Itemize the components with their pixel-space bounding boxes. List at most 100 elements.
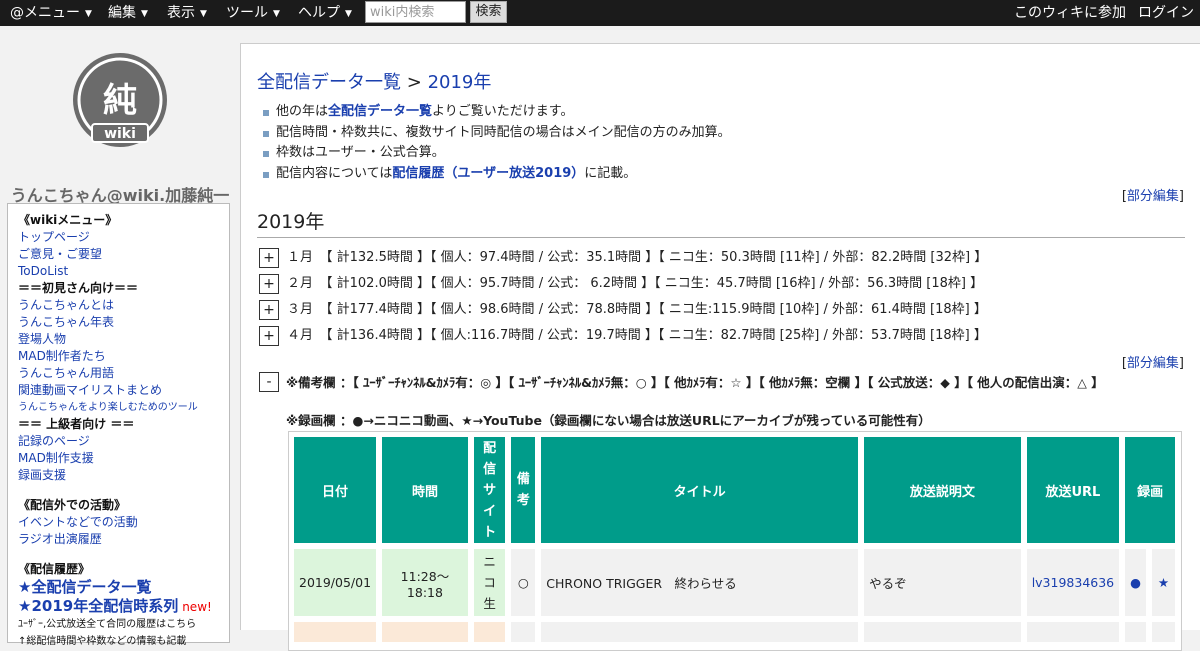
cell-rec-nico: ● bbox=[1125, 549, 1147, 616]
main-content: 全配信データ一覧 > 2019年 他の年は全配信データ一覧よりご覧いただけます。… bbox=[240, 43, 1200, 651]
join-wiki-link[interactable]: このウィキに参加 bbox=[1014, 0, 1126, 26]
sidebar-link-about[interactable]: うんこちゃんとは bbox=[18, 298, 114, 312]
menu-edit[interactable]: 編集 ▼ bbox=[108, 0, 148, 26]
list-text: 配信時間・枠数共に、複数サイト同時配信の場合はメイン配信の方のみ加算。 bbox=[276, 124, 731, 140]
breadcrumb-link-2019[interactable]: 2019年 bbox=[428, 72, 492, 93]
sidebar-note-2: ↑総配信時間や枠数などの情報も記載 bbox=[18, 636, 187, 647]
breadcrumb-link-all-data[interactable]: 全配信データ一覧 bbox=[257, 72, 401, 93]
section-edit: [部分編集] bbox=[1122, 352, 1184, 371]
sidebar: 純 wiki うんこちゃん@wiki.加藤純一 《wikiメニュー》 トップペー… bbox=[0, 26, 240, 647]
collapse-toggle[interactable]: - bbox=[259, 372, 279, 392]
menu-view[interactable]: 表示 ▼ bbox=[167, 0, 207, 26]
youtube-recording-link[interactable]: ★ bbox=[1158, 575, 1169, 590]
niconico-recording-link[interactable]: ● bbox=[1130, 575, 1141, 590]
breadcrumb-separator: > bbox=[406, 72, 422, 93]
sidebar-link-2019-series[interactable]: ★2019年全配信時系列 bbox=[18, 597, 178, 615]
expand-toggle[interactable]: + bbox=[259, 299, 279, 320]
month-summary: １月 【 計132.5時間 】【 個人：97.4時間 / 公式：35.1時間 】… bbox=[287, 250, 988, 265]
menu-tools[interactable]: ツール ▼ bbox=[226, 0, 280, 26]
sidebar-link-events[interactable]: イベントなどでの活動 bbox=[18, 515, 138, 529]
edit-bracket: ] bbox=[1178, 189, 1184, 204]
legend: - ※備考欄 ：【 ﾕｰｻﾞｰﾁｬﾝﾈﾙ&ｶﾒﾗ有：◎ 】【 ﾕｰｻﾞｰﾁｬﾝﾈ… bbox=[259, 372, 1104, 428]
col-url: 放送URL bbox=[1026, 437, 1120, 543]
expand-toggle[interactable]: + bbox=[259, 247, 279, 268]
link-all-data[interactable]: 全配信データ一覧 bbox=[328, 104, 432, 119]
wiki-logo[interactable]: 純 wiki bbox=[72, 52, 168, 156]
sidebar-link-records[interactable]: 記録のページ bbox=[18, 434, 90, 448]
col-date: 日付 bbox=[294, 437, 377, 543]
legend-recording: ※録画欄 ：●→ニコニコ動画、★→YouTube（録画欄にない場合は放送URLに… bbox=[286, 413, 931, 428]
expand-toggle[interactable]: + bbox=[259, 325, 279, 346]
cell-date bbox=[294, 622, 377, 642]
month-row: +３月 【 計177.4時間 】【 個人：98.6時間 / 公式：78.8時間 … bbox=[259, 299, 987, 321]
list-text: 枠数はユーザー・公式合算。 bbox=[276, 145, 445, 160]
col-title: タイトル bbox=[541, 437, 859, 543]
new-badge: new! bbox=[182, 600, 212, 614]
sidebar-link-radio[interactable]: ラジオ出演履歴 bbox=[18, 532, 102, 546]
section-edit-link[interactable]: 部分編集 bbox=[1127, 356, 1179, 371]
col-note-label: 備考 bbox=[516, 472, 530, 508]
list-text: よりご覧いただけます。 bbox=[432, 104, 574, 119]
section-edit: [部分編集] bbox=[1122, 185, 1184, 204]
cell-site bbox=[473, 622, 506, 642]
sidebar-link-feedback[interactable]: ご意見・ご要望 bbox=[18, 247, 102, 261]
breadcrumb: 全配信データ一覧 > 2019年 bbox=[257, 68, 491, 94]
cell-title bbox=[541, 622, 859, 642]
login-link[interactable]: ログイン bbox=[1138, 0, 1194, 26]
col-recording: 録画 bbox=[1125, 437, 1175, 543]
cell-url: lv319834636 bbox=[1026, 549, 1120, 616]
sidebar-link-mylist[interactable]: 関連動画マイリストまとめ bbox=[18, 383, 162, 397]
menu-help[interactable]: ヘルプ ▼ bbox=[298, 0, 352, 26]
menu-header: 《wikiメニュー》 bbox=[18, 213, 118, 227]
section-heading: 2019年 bbox=[257, 210, 1185, 238]
chevron-down-icon: ▼ bbox=[141, 9, 148, 19]
menu-label: ヘルプ bbox=[298, 5, 340, 21]
cell-time: 11:28～18:18 bbox=[382, 549, 468, 616]
sidebar-link-characters[interactable]: 登場人物 bbox=[18, 332, 66, 346]
advanced-header: ＝＝ 上級者向け ＝＝ bbox=[18, 417, 135, 431]
link-user-broadcast-2019[interactable]: 配信履歴（ユーザー放送2019） bbox=[392, 166, 584, 181]
menu-at-menu[interactable]: @メニュー ▼ bbox=[10, 0, 92, 26]
month-row: +１月 【 計132.5時間 】【 個人：97.4時間 / 公式：35.1時間 … bbox=[259, 247, 987, 269]
cell-site: ニコ生 bbox=[473, 549, 506, 616]
svg-text:wiki: wiki bbox=[104, 126, 136, 142]
svg-text:純: 純 bbox=[103, 81, 137, 121]
menu-label: @メニュー bbox=[10, 5, 80, 21]
menu-label: 表示 bbox=[167, 5, 195, 21]
sidebar-link-all-data[interactable]: ★全配信データ一覧 bbox=[18, 578, 151, 596]
cell-rec-youtube: ★ bbox=[1152, 549, 1175, 616]
list-text: 配信内容については bbox=[276, 165, 393, 181]
sidebar-note: ﾕｰｻﾞｰ,公式放送全て合同の履歴はこちら bbox=[18, 619, 197, 630]
sidebar-link-recording-support[interactable]: 録画支援 bbox=[18, 468, 66, 482]
col-site: 配信サイト bbox=[473, 437, 506, 543]
cell-title: CHRONO TRIGGER 終わらせる bbox=[541, 549, 859, 616]
sidebar-link-mad-support[interactable]: MAD制作支援 bbox=[18, 451, 94, 465]
top-bar: @メニュー ▼ 編集 ▼ 表示 ▼ ツール ▼ ヘルプ ▼ 検索 このウィキに参加 ログイ… bbox=[0, 0, 1200, 26]
sidebar-link-todolist[interactable]: ToDoList bbox=[18, 264, 68, 278]
sidebar-link-timeline[interactable]: うんこちゃん年表 bbox=[18, 315, 114, 329]
chevron-down-icon: ▼ bbox=[85, 9, 92, 19]
broadcast-url-link[interactable]: lv319834636 bbox=[1032, 575, 1114, 590]
cell-rec-nico bbox=[1125, 622, 1147, 642]
search-button[interactable]: 検索 bbox=[470, 1, 507, 23]
list-item: 他の年は全配信データ一覧よりご覧いただけます。 bbox=[263, 102, 731, 123]
col-site-label: 配信サイト bbox=[483, 440, 497, 540]
cell-date: 2019/05/01 bbox=[294, 549, 377, 616]
cell-time bbox=[382, 622, 468, 642]
month-summary: ３月 【 計177.4時間 】【 個人：98.6時間 / 公式：78.8時間 】… bbox=[287, 302, 987, 317]
expand-toggle[interactable]: + bbox=[259, 273, 279, 294]
month-row: +４月 【 計136.4時間 】【 個人:116.7時間 / 公式：19.7時間… bbox=[259, 325, 987, 347]
cell-url bbox=[1026, 622, 1120, 642]
list-text: に記載。 bbox=[584, 165, 637, 181]
sidebar-link-mad-creators[interactable]: MAD制作者たち bbox=[18, 349, 106, 363]
sidebar-link-top[interactable]: トップページ bbox=[18, 230, 90, 244]
sidebar-link-tools[interactable]: うんこちゃんをより楽しむためのツール bbox=[18, 402, 198, 413]
list-item: 配信時間・枠数共に、複数サイト同時配信の場合はメイン配信の方のみ加算。 bbox=[263, 123, 731, 144]
wiki-search-input[interactable] bbox=[365, 1, 466, 23]
month-row: +２月 【 計102.0時間 】【 個人：95.7時間 / 公式： 6.2時間 … bbox=[259, 273, 983, 295]
sidebar-link-glossary[interactable]: うんこちゃん用語 bbox=[18, 366, 114, 380]
list-text: 他の年は bbox=[276, 104, 329, 119]
history-header: 《配信履歴》 bbox=[18, 562, 91, 576]
cell-note bbox=[511, 622, 536, 642]
section-edit-link[interactable]: 部分編集 bbox=[1127, 189, 1179, 204]
